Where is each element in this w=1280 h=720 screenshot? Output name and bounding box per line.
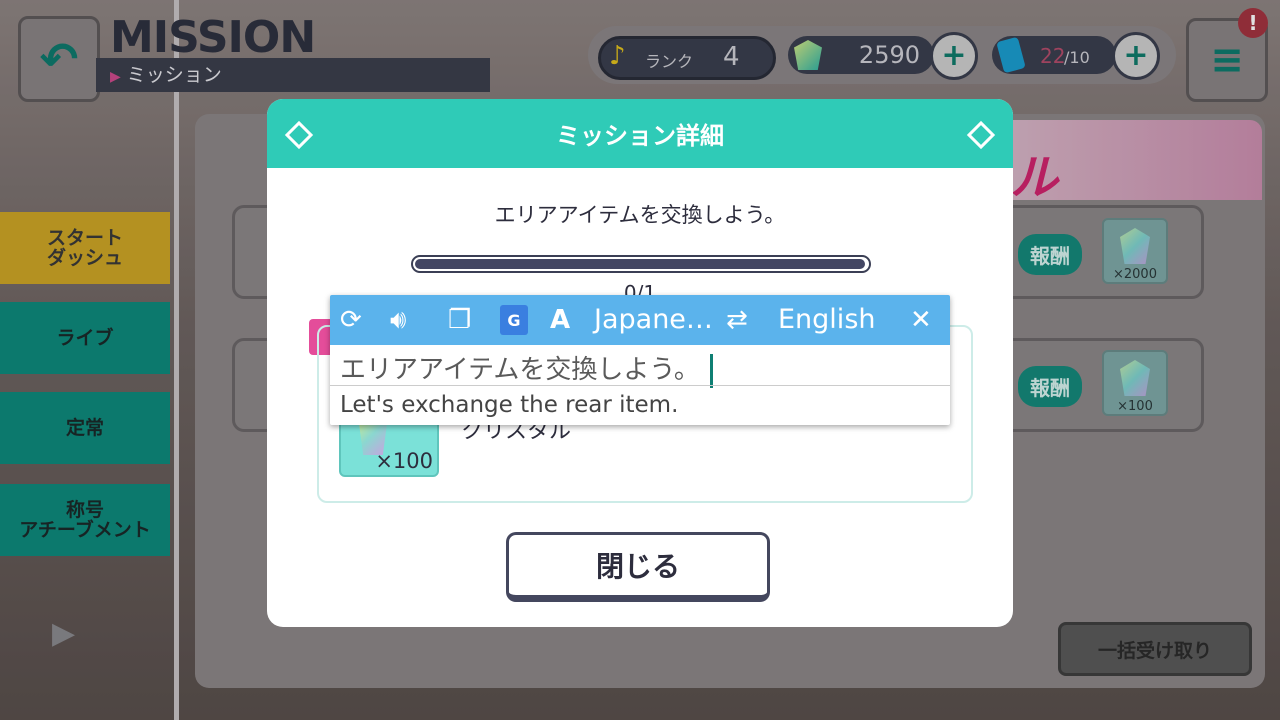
- refresh-icon[interactable]: ⟳: [340, 303, 362, 337]
- source-language[interactable]: Japane…: [594, 303, 713, 337]
- translation-result: Let's exchange the rear item.: [340, 392, 679, 418]
- translate-popup: ⟳ 🔊︎ ❐ G A Japane… ⇄ English ✕ エリアアイテムを交…: [330, 295, 950, 425]
- target-language[interactable]: English: [778, 303, 876, 337]
- dialog-header: ミッション詳細: [267, 99, 1013, 168]
- progress-fill: [415, 259, 865, 269]
- font-icon[interactable]: A: [550, 303, 570, 337]
- close-button[interactable]: 閉じる: [506, 532, 770, 602]
- source-text: エリアアイテムを交換しよう。: [340, 355, 700, 385]
- source-text-field[interactable]: エリアアイテムを交換しよう。: [340, 349, 938, 388]
- swap-icon[interactable]: ⇄: [726, 303, 748, 337]
- copy-icon[interactable]: ❐: [448, 303, 471, 337]
- google-translate-icon[interactable]: G: [500, 305, 528, 335]
- mission-description: エリアアイテムを交換しよう。: [494, 203, 786, 227]
- close-icon[interactable]: ✕: [910, 303, 932, 337]
- progress-bar: [411, 255, 871, 273]
- reward-count: ×100: [375, 449, 433, 473]
- text-caret: [709, 353, 713, 388]
- dialog-title: ミッション詳細: [556, 122, 724, 150]
- translate-toolbar: ⟳ 🔊︎ ❐ G A Japane… ⇄ English ✕: [330, 295, 950, 345]
- speaker-icon[interactable]: 🔊︎: [390, 303, 406, 337]
- divider: [330, 385, 950, 386]
